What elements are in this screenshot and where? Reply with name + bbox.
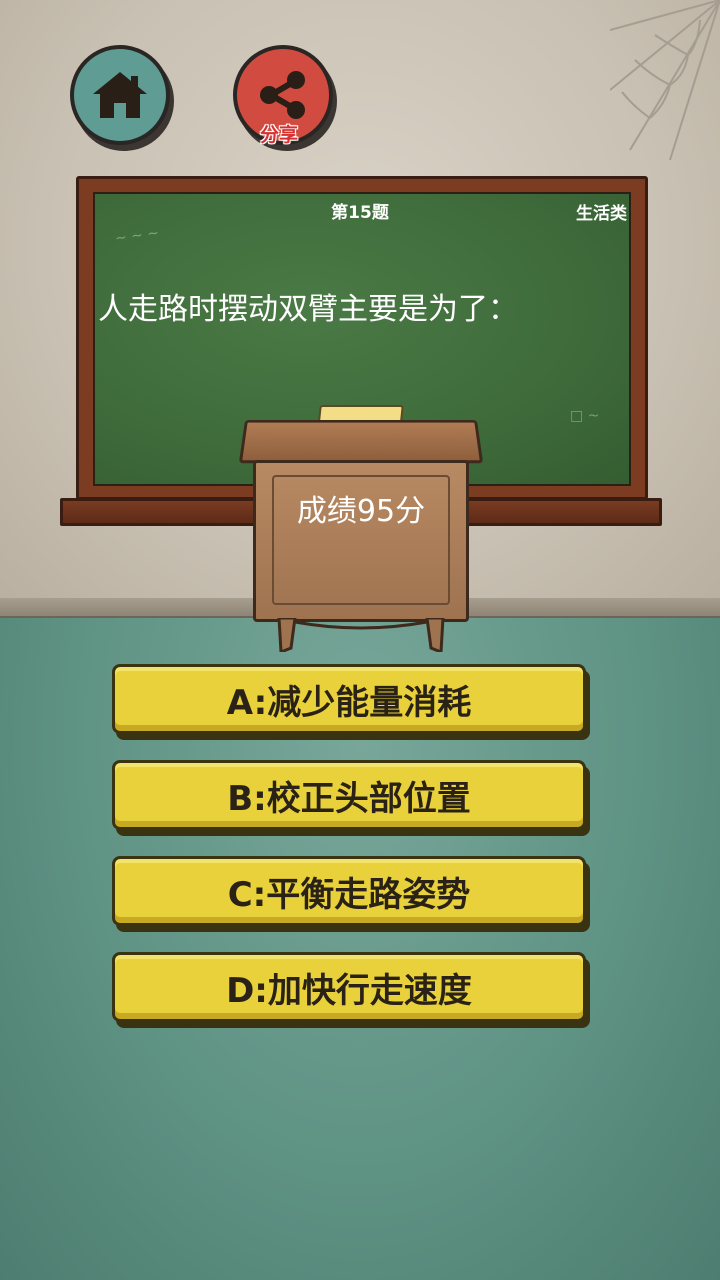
answer-button-d[interactable]: D:加快行走速度 — [112, 952, 586, 1022]
chalk-doodle: □ ~ — [570, 408, 600, 424]
desk-body — [253, 460, 469, 622]
home-button[interactable] — [70, 45, 170, 145]
question-category: 生活类 — [576, 204, 627, 224]
score-text: 成绩95分 — [296, 494, 426, 529]
answer-button-a[interactable]: A:减少能量消耗 — [112, 664, 586, 734]
question-text: 人走路时摆动双臂主要是为了： — [98, 292, 518, 327]
home-icon — [93, 72, 147, 118]
answer-button-b[interactable]: B:校正头部位置 — [112, 760, 586, 830]
cobweb-icon — [610, 0, 720, 161]
share-icon — [260, 71, 305, 119]
desk-top — [238, 419, 484, 464]
answer-button-c[interactable]: C:平衡走路姿势 — [112, 856, 586, 926]
desk-legs — [277, 618, 445, 652]
share-label[interactable]: 分享 — [233, 120, 325, 147]
